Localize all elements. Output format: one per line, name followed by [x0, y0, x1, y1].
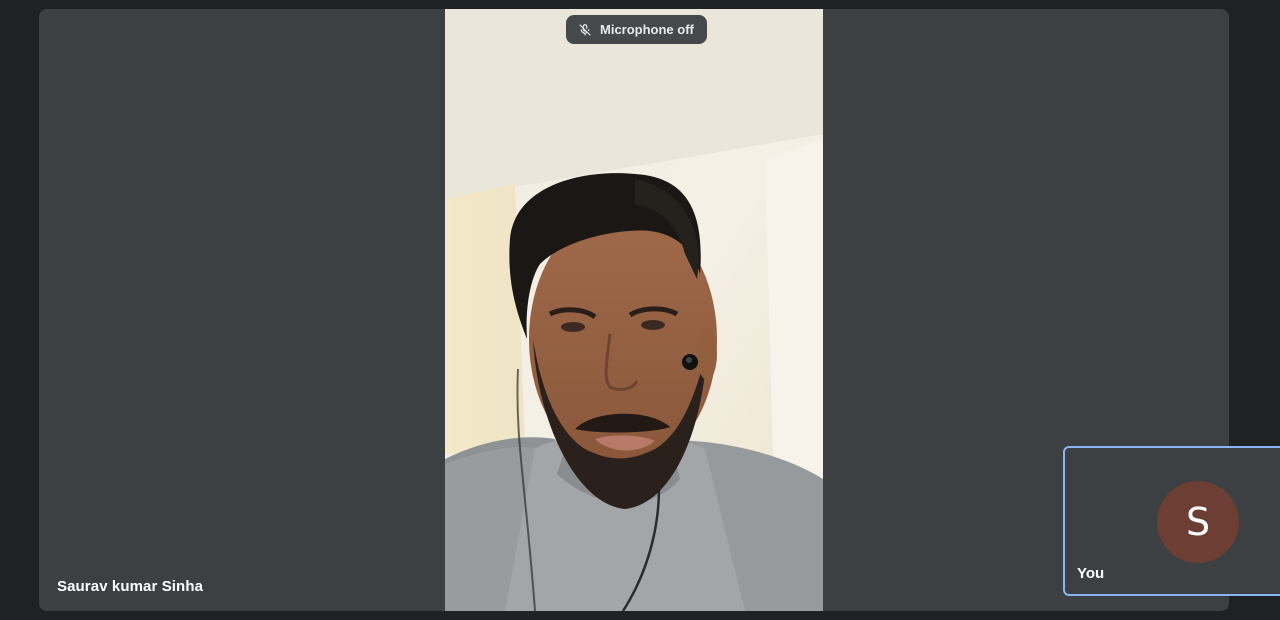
participant-name-label: Saurav kumar Sinha	[57, 578, 204, 595]
microphone-off-indicator: Microphone off	[566, 15, 707, 44]
microphone-off-label: Microphone off	[600, 22, 694, 37]
self-view-tile[interactable]: S You	[1063, 446, 1280, 596]
meeting-stage: Microphone off Saurav kumar Sinha S You	[0, 0, 1280, 620]
user-avatar: S	[1157, 481, 1239, 563]
self-view-label: You	[1077, 565, 1105, 582]
participant-video	[445, 9, 823, 611]
main-participant-tile[interactable]: Microphone off Saurav kumar Sinha	[39, 9, 1229, 611]
microphone-off-icon	[579, 23, 591, 36]
